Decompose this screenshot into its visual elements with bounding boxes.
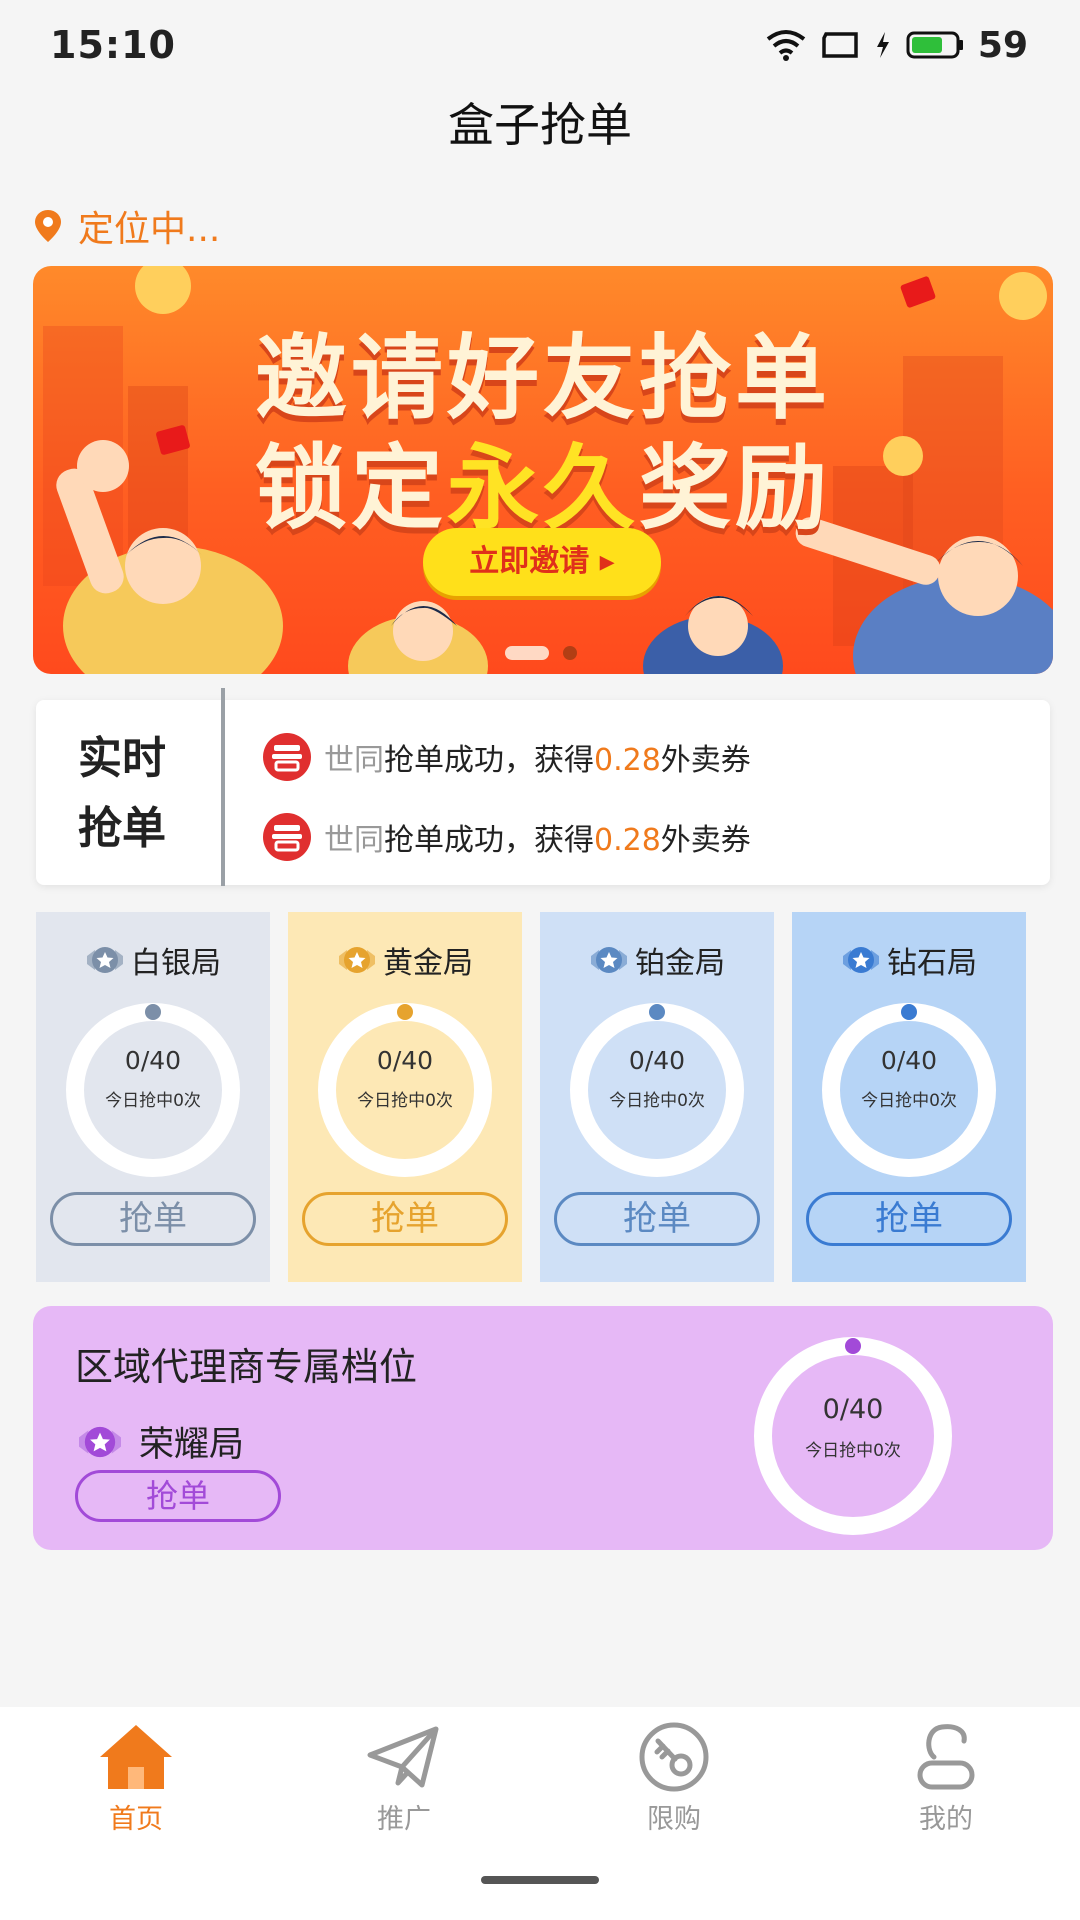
tier-card-platinum: 铂金局 0/40 今日抢中0次 抢单 [540,912,774,1282]
honor-today-count: 今日抢中0次 [805,1441,901,1461]
banner-line2-suffix: 奖励 [639,435,832,542]
tier-header: 白银局 [36,938,270,982]
location-pin-icon [35,210,61,242]
grab-order-button[interactable]: 抢单 [50,1192,256,1246]
tier-header: 钻石局 [792,938,1026,982]
tab-limited[interactable]: 限购 [604,1721,744,1836]
battery-icon [906,31,963,59]
tier-progress-value: 0/40 [628,1046,686,1075]
bottom-tab-bar: 首页 推广 限购 我的 [0,1707,1080,1920]
battery-level: 59 [977,24,1028,66]
status-icons: 59 [766,25,1028,66]
feed-text: 世同抢单成功，获得0.28外卖券 [324,815,751,859]
feed-unit: 外卖券 [660,743,751,778]
banner-line2-prefix: 锁定 [254,435,447,542]
feed-unit: 外卖券 [660,823,751,858]
feed-message: 抢单成功，获得 [384,743,594,778]
screen-cast-icon [822,32,858,58]
carousel-dot-active[interactable] [505,646,549,660]
realtime-divider [221,688,225,886]
honor-tier-label: 荣耀局 [75,1416,244,1467]
status-time: 15:10 [50,23,176,67]
grab-order-button[interactable]: 抢单 [75,1470,281,1522]
feed-text: 世同抢单成功，获得0.28外卖券 [324,735,751,779]
key-icon [639,1722,709,1792]
feed-message: 抢单成功，获得 [384,823,594,858]
charging-icon [876,32,889,58]
tab-label: 限购 [647,1804,701,1835]
tab-label: 我的 [919,1804,973,1835]
promo-banner[interactable]: 邀请好友抢单 锁定永久奖励 立即邀请 ▸ [33,266,1053,674]
banner-line2-highlight: 永久 [446,435,639,542]
page-title: 盒子抢单 [448,98,632,152]
honor-tier-name: 荣耀局 [139,1425,245,1465]
honor-title: 区域代理商专属档位 [75,1345,418,1389]
tier-header: 黄金局 [288,938,522,982]
grab-order-button[interactable]: 抢单 [806,1192,1012,1246]
invite-now-button[interactable]: 立即邀请 ▸ [423,528,661,596]
tab-promote[interactable]: 推广 [334,1721,474,1836]
location-selector[interactable]: 定位中... [34,200,220,252]
realtime-title-line2: 抢单 [78,803,166,854]
status-bar: 15:10 59 [0,0,1080,90]
carousel-dot[interactable] [563,646,577,660]
tier-name: 铂金局 [635,946,725,981]
star-badge-icon [843,947,879,973]
home-icon [100,1725,172,1789]
tier-header: 铂金局 [540,938,774,982]
tier-card-diamond: 钻石局 0/40 今日抢中0次 抢单 [792,912,1026,1282]
tab-label: 推广 [377,1804,431,1835]
tier-card-gold: 黄金局 0/40 今日抢中0次 抢单 [288,912,522,1282]
grab-order-button[interactable]: 抢单 [302,1192,508,1246]
tier-name: 白银局 [131,946,221,981]
tier-today-count: 今日抢中0次 [357,1091,453,1111]
tier-name: 钻石局 [887,946,977,981]
honor-tier-card: 区域代理商专属档位 荣耀局 抢单 0/40 今日抢中0次 [33,1306,1053,1550]
realtime-title: 实时 抢单 [78,724,208,864]
feed-amount: 0.28 [594,743,661,778]
star-badge-icon [87,947,123,973]
tier-card-silver: 白银局 0/40 今日抢中0次 抢单 [36,912,270,1282]
location-text: 定位中... [78,209,221,250]
feed-amount: 0.28 [594,823,661,858]
honor-progress-value: 0/40 [822,1394,884,1425]
realtime-feed: 实时 抢单 世同抢单成功，获得0.28外卖券 世同抢单成功，获得0.28外卖券 [36,688,1050,886]
grab-order-button[interactable]: 抢单 [554,1192,760,1246]
star-badge-icon [79,1426,121,1457]
coupon-badge-icon [263,733,311,781]
star-badge-icon [339,947,375,973]
tier-progress-value: 0/40 [880,1046,938,1075]
progress-ring [754,1337,952,1535]
tier-today-count: 今日抢中0次 [609,1091,705,1111]
tier-today-count: 今日抢中0次 [861,1091,957,1111]
tier-progress-value: 0/40 [376,1046,434,1075]
tier-progress-value: 0/40 [124,1046,182,1075]
paper-plane-icon [367,1726,439,1788]
feed-item: 世同抢单成功，获得0.28外卖券 [262,812,751,862]
realtime-title-line1: 实时 [78,733,166,784]
feed-user: 世同 [324,743,384,778]
carousel-dots [505,646,577,660]
home-indicator[interactable] [481,1876,599,1884]
star-badge-icon [591,947,627,973]
tab-profile[interactable]: 我的 [876,1721,1016,1836]
feed-user: 世同 [324,823,384,858]
feed-item: 世同抢单成功，获得0.28外卖券 [262,732,751,782]
tier-today-count: 今日抢中0次 [105,1091,201,1111]
tier-name: 黄金局 [383,946,473,981]
tab-home[interactable]: 首页 [66,1721,206,1836]
user-icon [917,1724,975,1790]
tab-label: 首页 [109,1804,163,1835]
wifi-icon [766,30,806,61]
coupon-badge-icon [263,813,311,861]
